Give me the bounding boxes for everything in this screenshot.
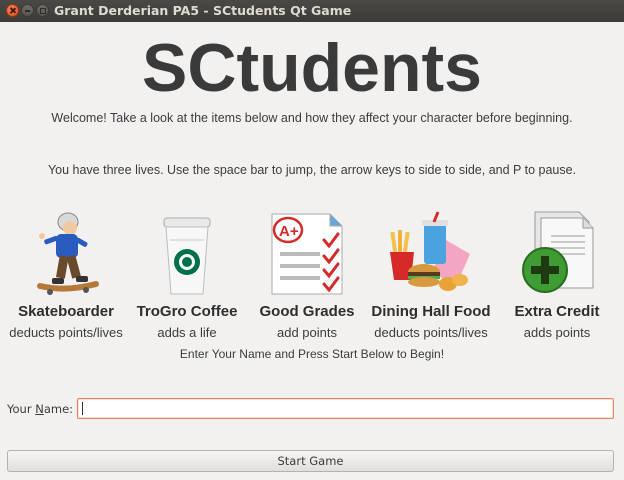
item-name: Good Grades [259, 303, 355, 320]
item-dining-hall-food: Dining Hall Food deducts points/lives [366, 210, 496, 340]
coffee-cup-icon [163, 217, 211, 295]
item-name: Skateboarder [18, 303, 114, 320]
item-effect: deducts points/lives [9, 325, 123, 340]
svg-text:A+: A+ [279, 223, 299, 240]
fast-food-icon [390, 211, 470, 291]
start-prompt: Enter Your Name and Press Start Below to… [179, 347, 445, 361]
minimize-icon[interactable] [21, 4, 34, 17]
item-effect: adds a life [157, 325, 217, 340]
text-caret [82, 402, 83, 415]
page-title: SCtudents [142, 30, 482, 106]
window-titlebar: Grant Derderian PA5 - SCtudents Qt Game [0, 0, 624, 22]
close-icon[interactable] [6, 4, 19, 17]
window-title: Grant Derderian PA5 - SCtudents Qt Game [54, 3, 352, 18]
instructions-text: You have three lives. Use the space bar … [47, 163, 577, 177]
item-skateboarder: Skateboarder deducts points/lives [1, 210, 131, 340]
item-trogro-coffee: TroGro Coffee adds a life [122, 210, 252, 340]
welcome-text: Welcome! Take a look at the items below … [51, 111, 573, 125]
document-plus-icon [522, 211, 594, 293]
name-input[interactable] [77, 398, 614, 419]
name-label: Your Name: [7, 402, 74, 416]
item-name: Extra Credit [514, 303, 600, 320]
graded-paper-icon: A+ [271, 213, 343, 295]
item-effect: deducts points/lives [374, 325, 488, 340]
start-game-button[interactable]: Start Game [7, 450, 614, 472]
item-name: TroGro Coffee [136, 303, 238, 320]
item-extra-credit: Extra Credit adds points [492, 210, 622, 340]
item-effect: add points [277, 325, 337, 340]
maximize-icon[interactable] [36, 4, 49, 17]
item-name: Dining Hall Food [371, 303, 491, 320]
skateboarder-icon [37, 212, 99, 295]
item-effect: adds points [523, 325, 591, 340]
item-good-grades: A+ Good Grades add points [242, 210, 372, 340]
